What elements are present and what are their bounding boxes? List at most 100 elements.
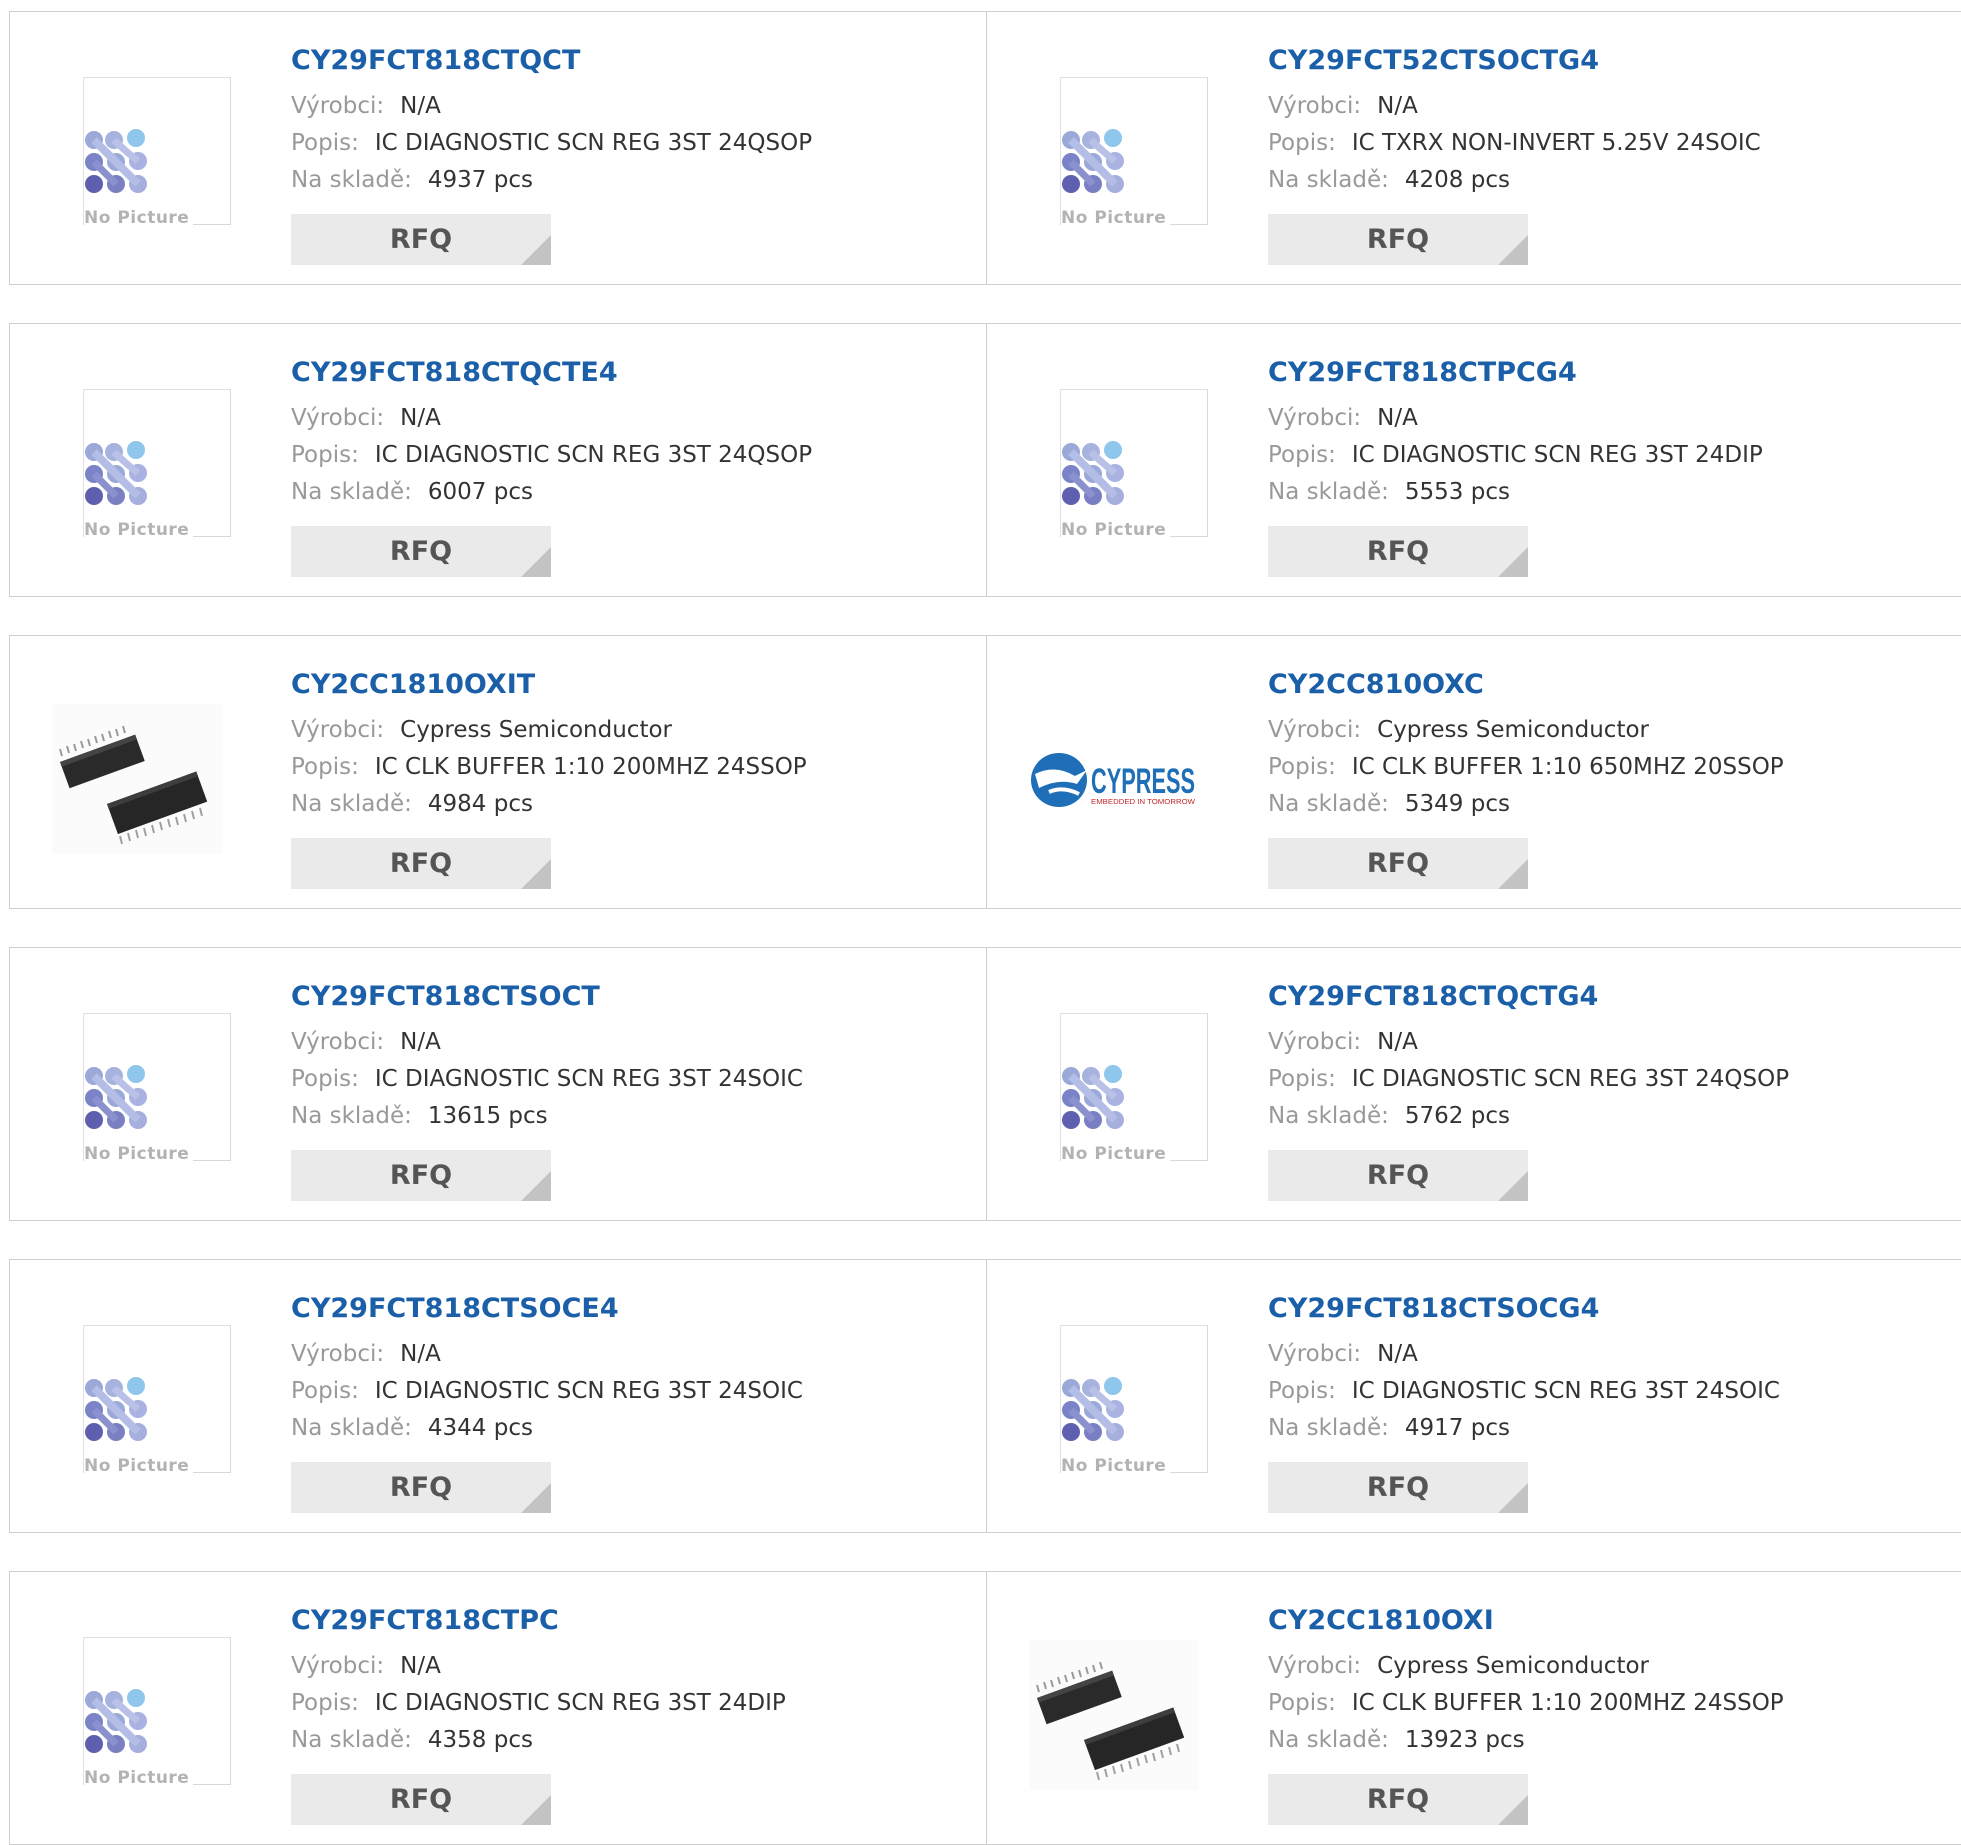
part-number-link[interactable]: CY29FCT818CTSOCE4 bbox=[291, 1293, 619, 1324]
part-number-link[interactable]: CY2CC1810OXI bbox=[1268, 1605, 1494, 1636]
manufacturer-label: Výrobci: bbox=[291, 717, 385, 743]
part-number-link[interactable]: CY29FCT818CTQCT bbox=[291, 45, 580, 76]
rfq-button[interactable]: RFQ bbox=[291, 1462, 551, 1513]
stock-value: 5762 pcs bbox=[1404, 1103, 1510, 1129]
part-number-link[interactable]: CY29FCT52CTSOCTG4 bbox=[1268, 45, 1599, 76]
manufacturer-row: Výrobci: N/A bbox=[291, 405, 441, 431]
manufacturer-row: Výrobci: N/A bbox=[1268, 1341, 1418, 1367]
cypress-logo-text: CYPRESS bbox=[1091, 762, 1195, 801]
manufacturer-value: N/A bbox=[1377, 405, 1418, 431]
manufacturer-row: Výrobci: N/A bbox=[1268, 1029, 1418, 1055]
product-card: CYPRESS EMBEDDED IN TOMORROW CY2CC810OXC… bbox=[986, 635, 1961, 909]
rfq-button[interactable]: RFQ bbox=[291, 214, 551, 265]
part-number-link[interactable]: CY2CC1810OXIT bbox=[291, 669, 535, 700]
manufacturer-value: N/A bbox=[400, 1341, 441, 1367]
rfq-button[interactable]: RFQ bbox=[1268, 1150, 1528, 1201]
ic-chip-image bbox=[1029, 1640, 1199, 1790]
product-thumbnail[interactable] bbox=[1029, 1635, 1239, 1845]
no-picture-placeholder: No Picture bbox=[1060, 389, 1208, 540]
stock-row: Na skladě: 5762 pcs bbox=[1268, 1103, 1510, 1129]
stock-label: Na skladě: bbox=[1268, 167, 1389, 193]
stock-value: 13615 pcs bbox=[427, 1103, 548, 1129]
stock-value: 4344 pcs bbox=[427, 1415, 533, 1441]
no-picture-label: No Picture bbox=[84, 1144, 194, 1164]
part-number-link[interactable]: CY29FCT818CTSOCG4 bbox=[1268, 1293, 1599, 1324]
no-picture-icon bbox=[85, 441, 147, 505]
rfq-button[interactable]: RFQ bbox=[1268, 1774, 1528, 1825]
rfq-button[interactable]: RFQ bbox=[291, 1150, 551, 1201]
stock-row: Na skladě: 4344 pcs bbox=[291, 1415, 533, 1441]
rfq-button[interactable]: RFQ bbox=[1268, 526, 1528, 577]
stock-value: 13923 pcs bbox=[1404, 1727, 1525, 1753]
stock-value: 4917 pcs bbox=[1404, 1415, 1510, 1441]
corner-triangle-icon bbox=[1498, 1171, 1528, 1201]
product-thumbnail[interactable]: No Picture bbox=[1029, 1011, 1239, 1221]
no-picture-label: No Picture bbox=[1061, 208, 1171, 228]
no-picture-label: No Picture bbox=[1061, 1144, 1171, 1164]
description-label: Popis: bbox=[291, 442, 359, 468]
product-thumbnail[interactable]: No Picture bbox=[52, 387, 262, 597]
manufacturer-value: N/A bbox=[400, 405, 441, 431]
product-thumbnail[interactable]: CYPRESS EMBEDDED IN TOMORROW bbox=[1029, 699, 1239, 909]
stock-value: 4937 pcs bbox=[427, 167, 533, 193]
rfq-button[interactable]: RFQ bbox=[1268, 214, 1528, 265]
product-thumbnail[interactable]: No Picture bbox=[52, 75, 262, 285]
part-number-link[interactable]: CY29FCT818CTSOCT bbox=[291, 981, 600, 1012]
rfq-button[interactable]: RFQ bbox=[291, 526, 551, 577]
product-card: No Picture CY29FCT818CTQCT Výrobci: N/A P… bbox=[9, 11, 987, 285]
manufacturer-value: Cypress Semiconductor bbox=[1377, 717, 1649, 743]
product-thumbnail[interactable]: No Picture bbox=[52, 1323, 262, 1533]
rfq-button[interactable]: RFQ bbox=[1268, 1462, 1528, 1513]
product-thumbnail[interactable]: No Picture bbox=[52, 1011, 262, 1221]
no-picture-label: No Picture bbox=[84, 520, 194, 540]
stock-label: Na skladě: bbox=[1268, 791, 1389, 817]
stock-label: Na skladě: bbox=[1268, 1727, 1389, 1753]
part-number-link[interactable]: CY29FCT818CTPC bbox=[291, 1605, 559, 1636]
description-label: Popis: bbox=[291, 754, 359, 780]
product-thumbnail[interactable]: No Picture bbox=[1029, 1323, 1239, 1533]
stock-label: Na skladě: bbox=[291, 167, 412, 193]
description-value: IC DIAGNOSTIC SCN REG 3ST 24QSOP bbox=[1351, 1066, 1790, 1092]
description-value: IC DIAGNOSTIC SCN REG 3ST 24SOIC bbox=[1351, 1378, 1780, 1404]
part-number-link[interactable]: CY29FCT818CTQCTE4 bbox=[291, 357, 618, 388]
description-label: Popis: bbox=[1268, 130, 1336, 156]
stock-label: Na skladě: bbox=[1268, 1103, 1389, 1129]
stock-row: Na skladě: 13615 pcs bbox=[291, 1103, 548, 1129]
description-label: Popis: bbox=[291, 1378, 359, 1404]
manufacturer-row: Výrobci: N/A bbox=[291, 1029, 441, 1055]
corner-triangle-icon bbox=[521, 859, 551, 889]
description-label: Popis: bbox=[1268, 1066, 1336, 1092]
no-picture-label: No Picture bbox=[1061, 520, 1171, 540]
part-number-link[interactable]: CY29FCT818CTQCTG4 bbox=[1268, 981, 1598, 1012]
stock-row: Na skladě: 4917 pcs bbox=[1268, 1415, 1510, 1441]
product-thumbnail[interactable]: No Picture bbox=[1029, 75, 1239, 285]
manufacturer-value: N/A bbox=[400, 1653, 441, 1679]
stock-row: Na skladě: 5553 pcs bbox=[1268, 479, 1510, 505]
rfq-button[interactable]: RFQ bbox=[291, 838, 551, 889]
manufacturer-label: Výrobci: bbox=[1268, 1653, 1362, 1679]
description-row: Popis: IC CLK BUFFER 1:10 200MHZ 24SSOP bbox=[291, 754, 807, 780]
product-thumbnail[interactable]: No Picture bbox=[1029, 387, 1239, 597]
rfq-label: RFQ bbox=[1366, 1160, 1430, 1191]
manufacturer-row: Výrobci: N/A bbox=[291, 93, 441, 119]
stock-value: 5553 pcs bbox=[1404, 479, 1510, 505]
stock-label: Na skladě: bbox=[291, 791, 412, 817]
description-row: Popis: IC DIAGNOSTIC SCN REG 3ST 24DIP bbox=[1268, 442, 1763, 468]
product-thumbnail[interactable]: No Picture bbox=[52, 1635, 262, 1845]
rfq-button[interactable]: RFQ bbox=[291, 1774, 551, 1825]
description-value: IC DIAGNOSTIC SCN REG 3ST 24SOIC bbox=[374, 1066, 803, 1092]
rfq-button[interactable]: RFQ bbox=[1268, 838, 1528, 889]
cypress-logo-image: CYPRESS EMBEDDED IN TOMORROW bbox=[1031, 753, 1195, 807]
ic-chip-image bbox=[52, 704, 222, 854]
manufacturer-row: Výrobci: N/A bbox=[1268, 405, 1418, 431]
no-picture-icon bbox=[85, 129, 147, 193]
stock-label: Na skladě: bbox=[291, 1103, 412, 1129]
manufacturer-label: Výrobci: bbox=[291, 93, 385, 119]
part-number-link[interactable]: CY29FCT818CTPCG4 bbox=[1268, 357, 1577, 388]
description-label: Popis: bbox=[1268, 754, 1336, 780]
product-card: CY2CC1810OXI Výrobci: Cypress Semiconduct… bbox=[986, 1571, 1961, 1845]
product-thumbnail[interactable] bbox=[52, 699, 262, 909]
product-card: No Picture CY29FCT818CTQCTE4 Výrobci: N/A… bbox=[9, 323, 987, 597]
manufacturer-value: Cypress Semiconductor bbox=[1377, 1653, 1649, 1679]
part-number-link[interactable]: CY2CC810OXC bbox=[1268, 669, 1484, 700]
